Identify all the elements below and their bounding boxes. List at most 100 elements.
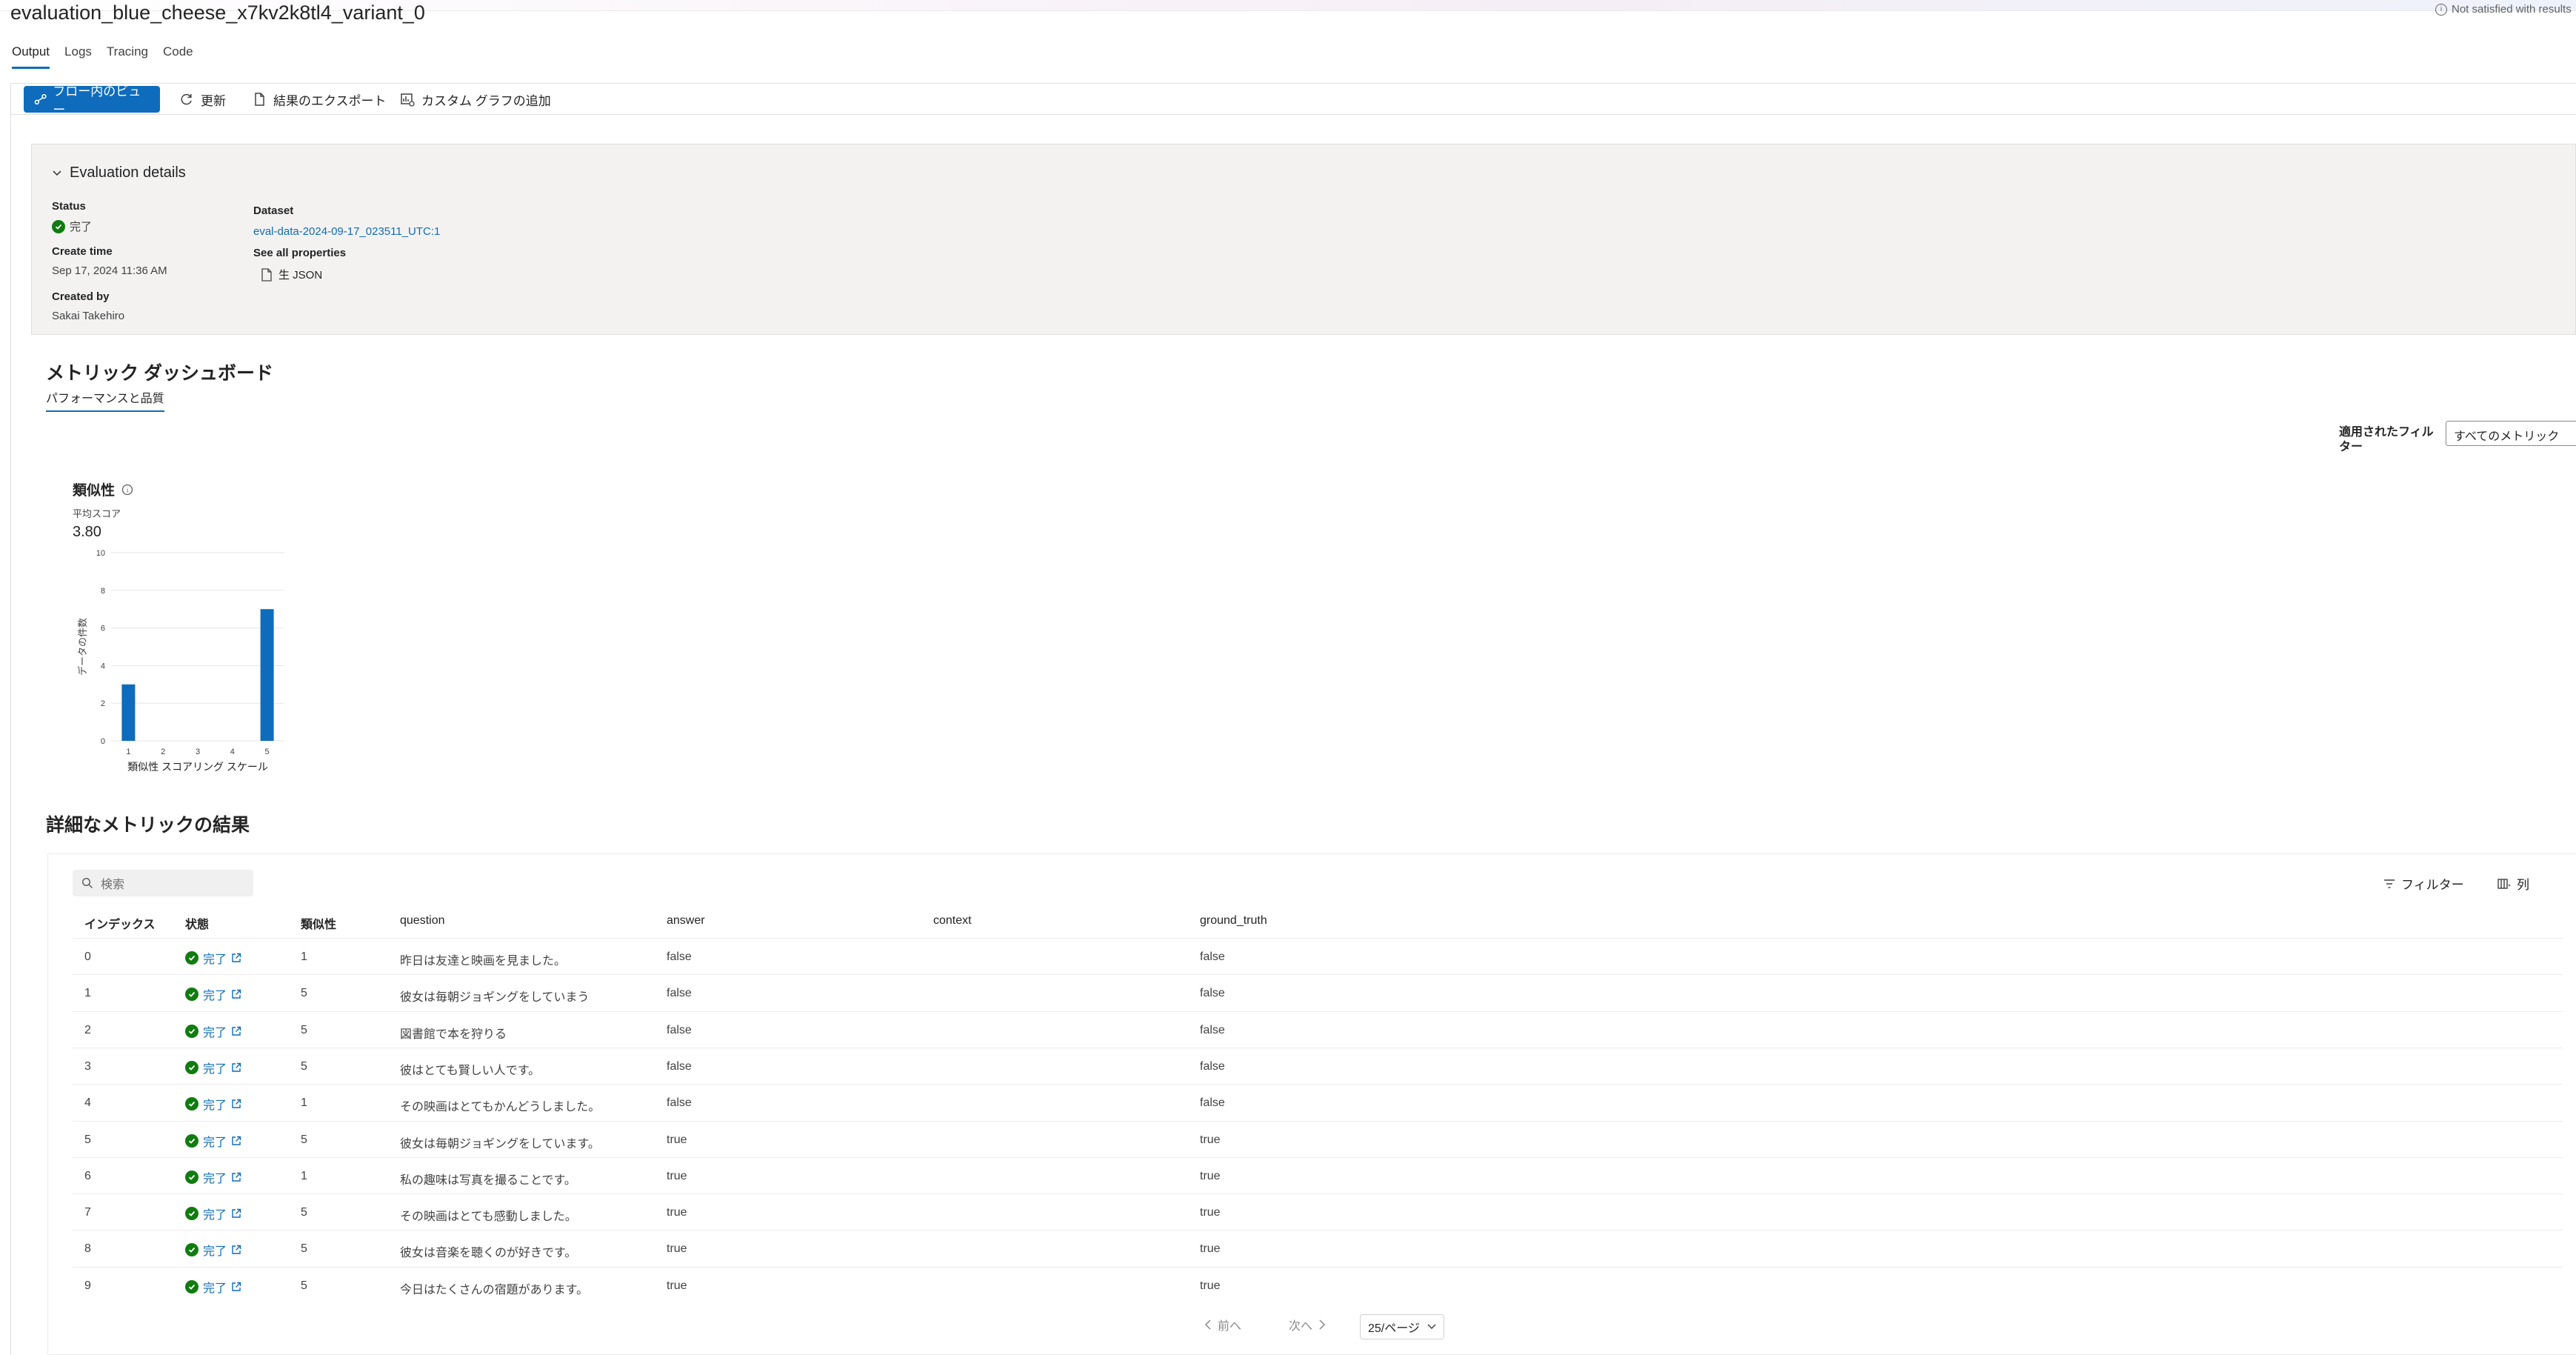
open-external-icon — [232, 1172, 241, 1182]
x-axis-label: 類似性 スコアリング スケール — [127, 761, 268, 773]
x-tick-label: 5 — [265, 748, 270, 756]
filter-label: フィルター — [2401, 878, 2464, 892]
table-row[interactable]: 7 完了 5 その映画はとても感動しました。 true true — [73, 1193, 2563, 1231]
cell-status-text: 完了 — [203, 1099, 227, 1113]
column-header-ground-truth[interactable]: ground_truth — [1200, 914, 1267, 928]
table-row[interactable]: 2 完了 5 図書館で本を狩りる false false — [73, 1011, 2563, 1048]
add-custom-chart-button[interactable]: カスタム グラフの追加 — [400, 86, 551, 113]
check-circle-icon — [185, 1133, 198, 1148]
cell-status-link[interactable]: 完了 — [185, 1278, 241, 1296]
chart-add-icon — [401, 93, 415, 107]
export-results-button[interactable]: 結果のエクスポート — [252, 86, 387, 113]
previous-page-button[interactable]: 前へ — [1204, 1316, 1241, 1334]
refresh-label: 更新 — [201, 93, 226, 108]
info-icon: i — [2435, 3, 2447, 16]
table-row[interactable]: 0 完了 1 昨日は友達と映画を見ました。 false false — [73, 938, 2563, 975]
table-row[interactable]: 6 完了 1 私の趣味は写真を撮ることです。 true true — [73, 1156, 2563, 1194]
check-circle-icon — [185, 1243, 198, 1257]
evaluation-details-heading: Evaluation details — [70, 164, 186, 181]
column-header-similarity[interactable]: 類似性 — [301, 914, 336, 932]
page-title: evaluation_blue_cheese_x7kv2k8tl4_varian… — [10, 1, 425, 24]
column-header-index[interactable]: インデックス — [84, 914, 156, 932]
chevron-down-icon — [1427, 1324, 1436, 1330]
columns-button[interactable]: 列 — [2497, 874, 2529, 893]
filter-icon — [2384, 879, 2395, 888]
cell-status-text: 完了 — [203, 1062, 227, 1076]
cell-status-link[interactable]: 完了 — [185, 1022, 241, 1040]
tab-tracing[interactable]: Tracing — [107, 43, 148, 69]
cell-status-text: 完了 — [203, 1026, 227, 1039]
add-custom-chart-label: カスタム グラフの追加 — [421, 93, 551, 108]
view-in-flow-button[interactable]: フロー内のビュー — [24, 84, 160, 117]
cell-answer: false — [667, 987, 692, 1000]
tab-performance-quality[interactable]: パフォーマンスと品質 — [46, 388, 164, 412]
cell-status-link[interactable]: 完了 — [185, 1095, 241, 1113]
export-results-label: 結果のエクスポート — [273, 93, 387, 108]
evaluation-details-toggle[interactable]: Evaluation details — [52, 164, 186, 182]
cell-answer: true — [667, 1169, 687, 1182]
page-size-select[interactable]: 25/ページ — [1360, 1314, 1444, 1339]
tab-logs[interactable]: Logs — [64, 43, 92, 69]
open-external-icon — [232, 953, 241, 962]
check-circle-icon — [185, 1279, 198, 1294]
cell-question: 彼女は毎朝ジョギングをしています。 — [400, 1137, 600, 1151]
y-tick-label: 2 — [101, 699, 105, 708]
y-tick-label: 10 — [96, 549, 105, 558]
cell-question: 私の趣味は写真を撮ることです。 — [400, 1173, 576, 1187]
dataset-link[interactable]: eval-data-2024-09-17_023511_UTC:1 — [253, 225, 440, 238]
column-header-status[interactable]: 状態 — [185, 914, 209, 932]
open-external-icon — [232, 1208, 241, 1218]
filter-button[interactable]: フィルター — [2383, 874, 2464, 893]
raw-json-link[interactable]: 生 JSON — [261, 267, 322, 282]
cell-status-text: 完了 — [203, 1209, 227, 1222]
document-icon — [261, 267, 272, 282]
cell-question: 彼女は毎朝ジョギングをしていまう — [400, 991, 590, 1005]
cell-similarity: 5 — [301, 1242, 307, 1256]
cell-question: 彼はとても賢しい人です。 — [400, 1064, 541, 1077]
table-row[interactable]: 1 完了 5 彼女は毎朝ジョギングをしていまう false false — [73, 974, 2563, 1011]
refresh-button[interactable]: 更新 — [179, 86, 226, 113]
columns-icon — [2497, 878, 2511, 889]
table-row[interactable]: 3 完了 5 彼はとても賢しい人です。 false false — [73, 1047, 2563, 1085]
open-external-icon — [232, 1099, 241, 1108]
applied-filter-label: 適用されたフィルター — [2339, 426, 2434, 453]
similarity-chart: 類似性 i平均スコア3.8002468101 2 3 4 5類似性 スコアリング スケール… — [72, 482, 284, 773]
check-circle-icon — [185, 1207, 198, 1221]
table-row[interactable]: 9 完了 5 今日はたくさんの宿題があります。 true true — [73, 1266, 2563, 1304]
cell-status-link[interactable]: 完了 — [185, 1132, 241, 1150]
table-row[interactable]: 4 完了 1 その映画はとてもかんどうしました。 false false — [73, 1084, 2563, 1121]
table-header: インデックス 状態 類似性 question answer context gr… — [73, 908, 2563, 933]
chevron-down-icon — [53, 170, 61, 176]
chevron-right-icon — [1319, 1319, 1326, 1330]
next-page-button[interactable]: 次へ — [1289, 1316, 1326, 1334]
tab-code[interactable]: Code — [163, 43, 193, 69]
open-external-icon — [232, 1282, 241, 1291]
search-input[interactable]: 検索 — [73, 870, 253, 896]
cell-question: 彼女は音楽を聴くのが好きです。 — [400, 1247, 577, 1260]
chevron-left-icon — [1204, 1319, 1211, 1330]
cell-status-link[interactable]: 完了 — [185, 1059, 241, 1076]
column-header-context[interactable]: context — [933, 914, 972, 928]
create-time-value: Sep 17, 2024 11:36 AM — [52, 264, 167, 277]
cell-status-link[interactable]: 完了 — [185, 1241, 241, 1259]
cell-status-link[interactable]: 完了 — [185, 949, 241, 967]
cell-question: 図書館で本を狩りる — [400, 1028, 507, 1041]
open-external-icon — [232, 1136, 241, 1145]
cell-status-link[interactable]: 完了 — [185, 1205, 241, 1222]
open-external-icon — [232, 1026, 241, 1036]
table-row[interactable]: 8 完了 5 彼女は音楽を聴くのが好きです。 true true — [73, 1230, 2563, 1267]
metric-filter-select[interactable]: すべてのメトリック — [2446, 421, 2576, 446]
cell-answer: true — [667, 1133, 687, 1146]
column-header-question[interactable]: question — [400, 914, 445, 928]
cell-status-link[interactable]: 完了 — [185, 1168, 241, 1186]
status-text: 完了 — [70, 221, 93, 233]
tab-output[interactable]: Output — [12, 43, 50, 69]
cell-ground-truth: false — [1200, 1096, 1225, 1110]
cell-status-link[interactable]: 完了 — [185, 985, 241, 1003]
check-circle-icon — [185, 988, 198, 1002]
created-by-label: Created by — [52, 290, 110, 303]
feedback-notice[interactable]: i Not satisfied with results — [2435, 3, 2572, 16]
table-row[interactable]: 5 完了 5 彼女は毎朝ジョギングをしています。 true true — [73, 1120, 2563, 1158]
column-header-answer[interactable]: answer — [667, 914, 705, 928]
cell-answer: true — [667, 1279, 687, 1292]
